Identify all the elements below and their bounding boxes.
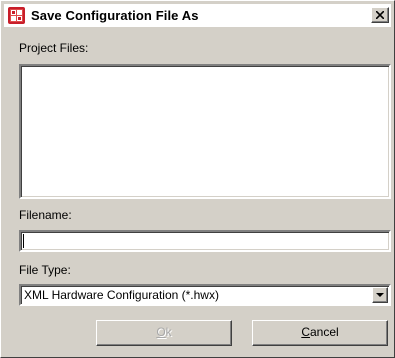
file-type-label: File Type: — [19, 263, 71, 277]
title-bar[interactable]: Save Configuration File As — [4, 4, 391, 27]
filename-input[interactable] — [19, 230, 391, 252]
file-type-select[interactable]: XML Hardware Configuration (*.hwx) — [19, 284, 391, 306]
cancel-button[interactable]: Cancel — [252, 320, 388, 346]
save-config-dialog: Save Configuration File As Project Files… — [0, 0, 395, 358]
cancel-button-label: Cancel — [301, 325, 339, 339]
filename-label: Filename: — [19, 208, 72, 222]
file-type-dropdown-button[interactable] — [372, 287, 388, 303]
ok-button-label: Ok — [156, 325, 172, 339]
ok-button[interactable]: Ok — [96, 320, 232, 346]
close-icon — [376, 11, 384, 19]
app-grid-icon — [8, 7, 25, 24]
file-type-selected-value: XML Hardware Configuration (*.hwx) — [24, 288, 219, 302]
project-files-list[interactable] — [19, 64, 391, 199]
close-button[interactable] — [371, 7, 389, 23]
chevron-down-icon — [376, 293, 384, 297]
window-title: Save Configuration File As — [31, 8, 199, 23]
project-files-label: Project Files: — [19, 41, 89, 55]
text-caret — [23, 234, 24, 248]
